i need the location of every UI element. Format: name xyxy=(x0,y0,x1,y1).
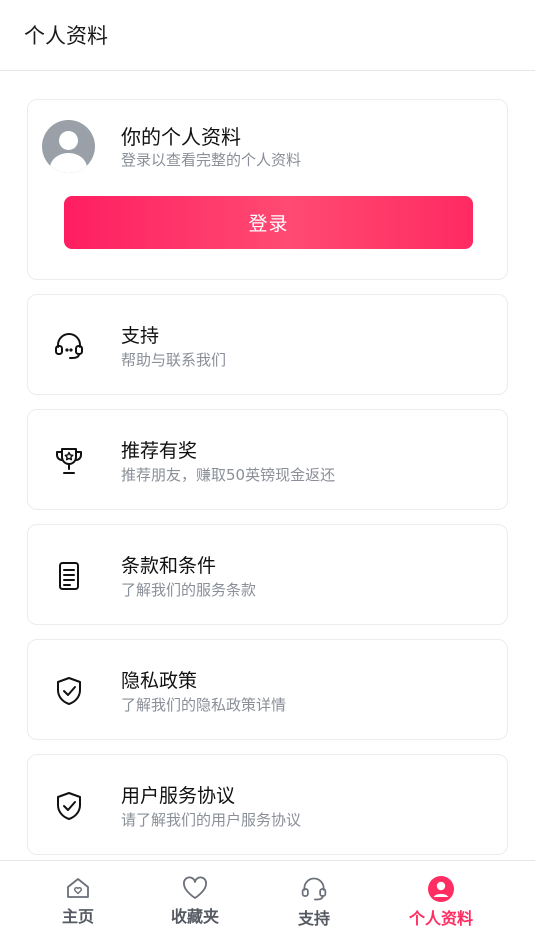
tab-support[interactable]: 支持 xyxy=(264,875,364,945)
heart-icon xyxy=(183,876,207,899)
menu-item-title: 隐私政策 xyxy=(121,670,198,692)
page-title: 个人资料 xyxy=(24,24,108,48)
menu-item-support[interactable]: 支持 帮助与联系我们 xyxy=(27,294,508,395)
menu-item-subtitle: 了解我们的服务条款 xyxy=(121,581,257,599)
menu-item-subtitle: 推荐朋友，赚取50英镑现金返还 xyxy=(121,466,336,484)
menu-item-title: 条款和条件 xyxy=(121,555,217,577)
user-circle-icon xyxy=(428,876,454,902)
top-header: 个人资料 xyxy=(0,0,535,71)
menu-item-subtitle: 了解我们的隐私政策详情 xyxy=(121,696,287,714)
menu-item-privacy[interactable]: 隐私政策 了解我们的隐私政策详情 xyxy=(27,639,508,740)
user-avatar-icon xyxy=(42,120,95,173)
headset-icon xyxy=(55,333,83,359)
shield-check-icon xyxy=(57,677,81,705)
headset-icon xyxy=(301,877,327,901)
tab-profile[interactable]: 个人资料 xyxy=(391,875,491,945)
menu-item-title: 推荐有奖 xyxy=(121,440,198,462)
profile-content: 你的个人资料 登录以查看完整的个人资料 登录 支持 帮助与联系我们 推荐有奖 推… xyxy=(0,71,535,860)
menu-item-title: 用户服务协议 xyxy=(121,785,236,807)
menu-item-referral[interactable]: 推荐有奖 推荐朋友，赚取50英镑现金返还 xyxy=(27,409,508,510)
trophy-icon xyxy=(56,448,82,474)
home-icon xyxy=(67,878,89,898)
shield-check-icon xyxy=(57,792,81,820)
profile-card: 你的个人资料 登录以查看完整的个人资料 登录 xyxy=(27,99,508,280)
document-icon xyxy=(59,562,79,590)
tab-label: 主页 xyxy=(61,907,94,926)
menu-item-terms[interactable]: 条款和条件 了解我们的服务条款 xyxy=(27,524,508,625)
tab-home[interactable]: 主页 xyxy=(28,875,128,945)
profile-title: 你的个人资料 xyxy=(121,125,241,149)
tab-label: 个人资料 xyxy=(408,909,473,928)
menu-item-subtitle: 请了解我们的用户服务协议 xyxy=(121,811,302,829)
tab-favorites[interactable]: 收藏夹 xyxy=(145,875,245,945)
tab-label: 支持 xyxy=(297,909,330,928)
bottom-tab-bar: 主页 收藏夹 支持 个人资料 xyxy=(0,860,535,951)
menu-item-user-agreement[interactable]: 用户服务协议 请了解我们的用户服务协议 xyxy=(27,754,508,855)
menu-item-subtitle: 帮助与联系我们 xyxy=(121,351,227,369)
tab-label: 收藏夹 xyxy=(170,907,219,926)
profile-subtitle: 登录以查看完整的个人资料 xyxy=(121,151,302,169)
menu-item-title: 支持 xyxy=(121,325,160,347)
login-button[interactable]: 登录 xyxy=(64,196,473,249)
